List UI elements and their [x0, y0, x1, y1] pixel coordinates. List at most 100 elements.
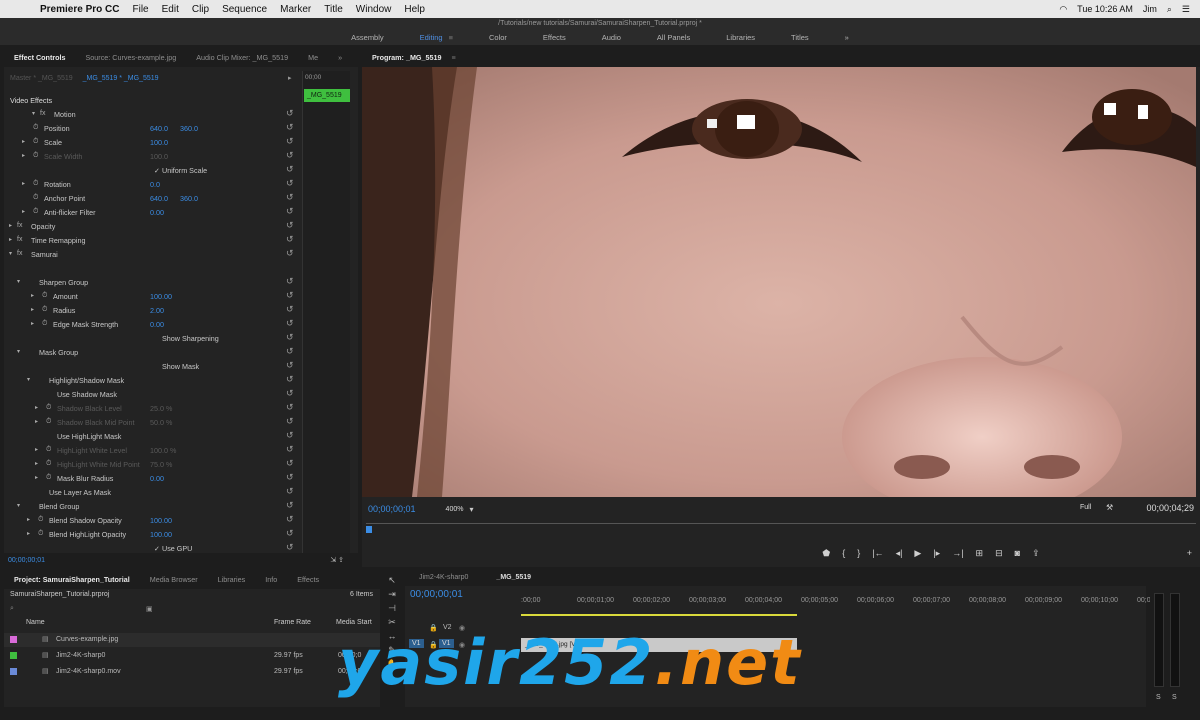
disclosure-triangle-icon[interactable]: ▸ — [35, 418, 38, 425]
reset-icon[interactable]: ↺ — [286, 458, 294, 469]
effect-row[interactable]: Show Mask ↺ — [4, 359, 304, 373]
tab-sequence-jim2[interactable]: Jim2-4K-sharp0 — [405, 574, 482, 581]
reset-icon[interactable]: ↺ — [286, 402, 294, 413]
menu-clip[interactable]: Clip — [192, 4, 209, 15]
step-back-icon[interactable]: ◂| — [896, 548, 903, 559]
menu-file[interactable]: File — [132, 4, 148, 15]
effect-row[interactable]: ▸ ⏱ Radius 2.00 ↺ — [4, 303, 304, 317]
disclosure-triangle-icon[interactable]: ▸ — [22, 180, 25, 187]
stopwatch-icon[interactable]: ⏱ — [42, 306, 47, 314]
effect-row[interactable]: Use Shadow Mask ↺ — [4, 387, 304, 401]
workspace-all-panels[interactable]: All Panels — [639, 33, 708, 42]
add-icon[interactable]: + — [1187, 548, 1192, 558]
reset-icon[interactable]: ↺ — [286, 346, 294, 357]
disclosure-triangle-icon[interactable]: ▸ — [31, 292, 34, 299]
disclosure-triangle-icon[interactable]: ▸ — [22, 138, 25, 145]
effect-row[interactable]: ▸ ⏱ Rotation 0.0 ↺ — [4, 177, 304, 191]
disclosure-triangle-icon[interactable]: ▸ — [31, 320, 34, 327]
mark-in-icon[interactable]: { — [842, 548, 845, 558]
tab-audio-clip-mixer[interactable]: Audio Clip Mixer: _MG_5519 — [186, 53, 298, 62]
effect-timeline[interactable]: 00;00 — [302, 71, 350, 569]
project-item[interactable]: ▤ Jim2-4K-sharp0 29.97 fps 00;00;0 — [4, 649, 380, 663]
effect-row[interactable]: Use HighLight Mask ↺ — [4, 429, 304, 443]
effect-row[interactable]: ▾ Blend Group ↺ — [4, 499, 304, 513]
reset-icon[interactable]: ↺ — [286, 374, 294, 385]
tab-libraries[interactable]: Libraries — [208, 575, 256, 584]
disclosure-triangle-icon[interactable]: ▸ — [27, 516, 30, 523]
mark-out-icon[interactable]: } — [857, 548, 860, 558]
effect-row[interactable]: ▸ ⏱ Scale Width 100.0 ↺ — [4, 149, 304, 163]
play-icon[interactable]: ▶ — [914, 548, 921, 559]
effect-value[interactable]: 75.0 % — [150, 460, 172, 469]
export-frame-icon[interactable]: ⇪ — [1032, 548, 1040, 559]
stopwatch-icon[interactable]: ⏱ — [38, 516, 43, 524]
tab-media-browser[interactable]: Media Browser — [140, 575, 208, 584]
reset-icon[interactable]: ↺ — [286, 122, 294, 133]
tab-source[interactable]: Source: Curves-example.jpg — [76, 53, 187, 62]
fx-icon[interactable]: fx — [17, 222, 22, 229]
menu-help[interactable]: Help — [404, 4, 425, 15]
effect-value[interactable]: 100.0 — [150, 138, 168, 147]
search-icon[interactable]: ⌕ — [1167, 4, 1172, 15]
disclosure-triangle-icon[interactable]: ▾ — [17, 278, 20, 285]
tab-sequence-mg5519[interactable]: _MG_5519 — [482, 574, 545, 581]
timeline-timecode[interactable]: 00;00;00;01 — [410, 589, 463, 600]
workspace-assembly[interactable]: Assembly — [333, 33, 402, 42]
reset-icon[interactable]: ↺ — [286, 108, 294, 119]
effect-row[interactable]: ▸ ⏱ Blend Shadow Opacity 100.00 ↺ — [4, 513, 304, 527]
stopwatch-icon[interactable]: ⏱ — [46, 474, 51, 482]
effect-row[interactable]: Video Effects — [4, 93, 304, 107]
reset-icon[interactable]: ↺ — [286, 430, 294, 441]
solo-left[interactable]: S — [1156, 694, 1161, 701]
stopwatch-icon[interactable]: ⏱ — [33, 124, 38, 132]
tab-effects[interactable]: Effects — [287, 575, 329, 584]
effect-row[interactable]: ▾ Highlight/Shadow Mask ↺ — [4, 373, 304, 387]
disclosure-triangle-icon[interactable]: ▸ — [35, 474, 38, 481]
disclosure-triangle-icon[interactable]: ▸ — [9, 236, 12, 243]
overflow-icon[interactable]: » — [827, 33, 867, 42]
label-color-swatch[interactable] — [10, 636, 17, 643]
reset-icon[interactable]: ↺ — [286, 192, 294, 203]
effect-value-2[interactable]: 360.0 — [180, 194, 198, 203]
disclosure-triangle-icon[interactable]: ▸ — [27, 530, 30, 537]
tab-effect-controls[interactable]: Effect Controls — [4, 53, 76, 62]
fx-icon[interactable]: fx — [17, 236, 22, 243]
menu-sequence[interactable]: Sequence — [222, 4, 267, 15]
chevron-down-icon[interactable]: ▾ — [469, 505, 473, 514]
effect-row[interactable]: ▸ ⏱ Shadow Black Level 25.0 % ↺ — [4, 401, 304, 415]
go-to-out-icon[interactable]: →| — [952, 548, 963, 558]
effect-row[interactable]: ▸ ⏱ Mask Blur Radius 0.00 ↺ — [4, 471, 304, 485]
menu-edit[interactable]: Edit — [162, 4, 179, 15]
disclosure-triangle-icon[interactable]: ▾ — [9, 250, 12, 257]
workspace-color[interactable]: Color — [471, 33, 525, 42]
effect-value[interactable]: 100.00 — [150, 292, 172, 301]
stopwatch-icon[interactable]: ⏱ — [46, 404, 51, 412]
tab-info[interactable]: Info — [255, 575, 287, 584]
effect-row[interactable]: ▸ ⏱ Anti-flicker Filter 0.00 ↺ — [4, 205, 304, 219]
reset-icon[interactable]: ↺ — [286, 500, 294, 511]
effect-value[interactable]: 640.0 — [150, 124, 168, 133]
tab-project[interactable]: Project: SamuraiSharpen_Tutorial — [4, 575, 140, 584]
effect-row[interactable]: ▸ ⏱ Edge Mask Strength 0.00 ↺ — [4, 317, 304, 331]
wrench-icon[interactable]: ⚒ — [1106, 503, 1113, 512]
workspace-effects[interactable]: Effects — [525, 33, 584, 42]
effect-value[interactable]: 100.0 % — [150, 446, 176, 455]
master-label[interactable]: Master * _MG_5519 — [10, 75, 73, 82]
reset-icon[interactable]: ↺ — [286, 388, 294, 399]
track-select-icon[interactable]: ⇥ — [382, 589, 402, 603]
zoom-select[interactable]: 400% — [446, 506, 464, 513]
disclosure-triangle-icon[interactable]: ▾ — [17, 348, 20, 355]
reset-icon[interactable]: ↺ — [286, 248, 294, 259]
reset-icon[interactable]: ↺ — [286, 318, 294, 329]
reset-icon[interactable]: ↺ — [286, 234, 294, 245]
user-menu[interactable]: Jim — [1143, 4, 1157, 14]
label-color-swatch[interactable] — [10, 652, 17, 659]
list-icon[interactable]: ☰ — [1182, 4, 1190, 15]
stopwatch-icon[interactable]: ⏱ — [33, 152, 38, 160]
timeline-ruler[interactable]: :00;00 00;00;01;00 00;00;02;00 00;00;03;00 0… — [521, 597, 1151, 609]
effect-value[interactable]: 0.0 — [150, 180, 160, 189]
tab-metadata[interactable]: Me — [298, 53, 328, 62]
app-menu[interactable]: Premiere Pro CC — [40, 4, 119, 15]
effect-row[interactable]: ▸ ⏱ Amount 100.00 ↺ — [4, 289, 304, 303]
effect-value[interactable]: 100.0 — [150, 152, 168, 161]
